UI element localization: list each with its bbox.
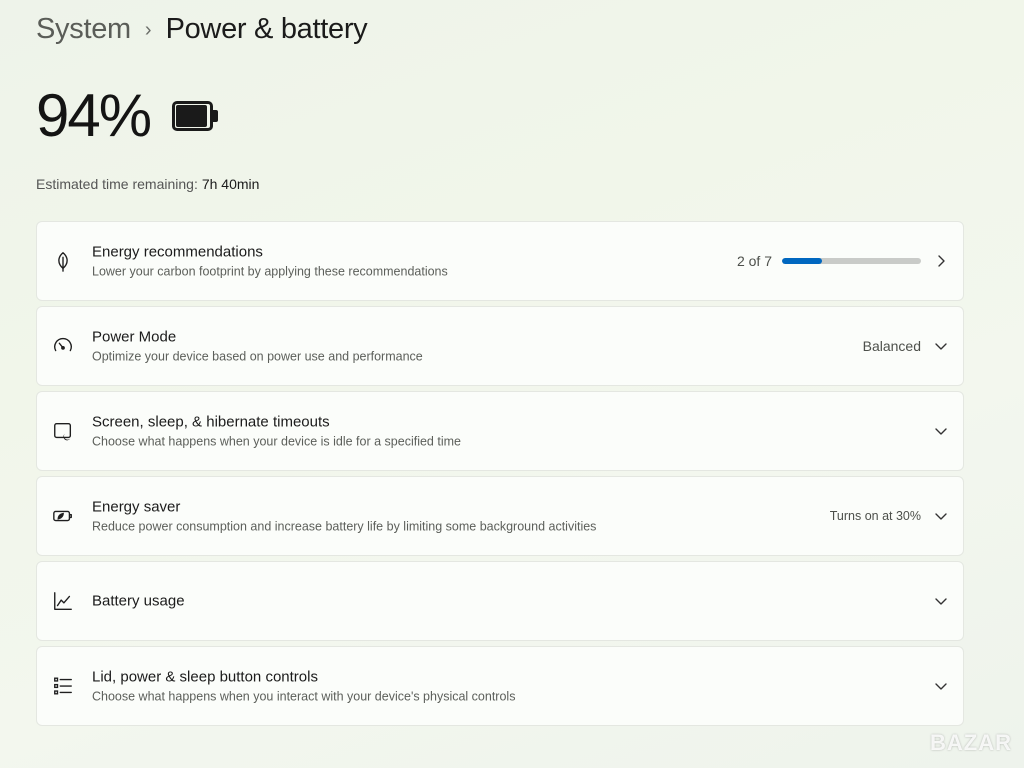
lid-power-sleep-controls-card[interactable]: Lid, power & sleep button controls Choos…	[36, 646, 964, 726]
chevron-down-icon[interactable]	[933, 508, 949, 524]
energy-saver-card[interactable]: Energy saver Reduce power consumption an…	[36, 476, 964, 556]
card-description: Choose what happens when your device is …	[92, 434, 461, 449]
card-description: Reduce power consumption and increase ba…	[92, 519, 597, 534]
power-mode-dropdown[interactable]: Balanced	[863, 338, 921, 354]
screen-sleep-icon	[52, 420, 74, 442]
chevron-down-icon[interactable]	[933, 423, 949, 439]
card-title: Energy saver	[92, 498, 181, 516]
energy-recommendations-card[interactable]: Energy recommendations Lower your carbon…	[36, 221, 964, 301]
recommendations-count: 2 of 7	[736, 253, 772, 269]
power-mode-card[interactable]: Power Mode Optimize your device based on…	[36, 306, 964, 386]
list-settings-icon	[52, 675, 74, 697]
card-title: Battery usage	[92, 592, 185, 610]
card-description: Choose what happens when you interact wi…	[92, 689, 516, 704]
energy-saver-icon	[52, 505, 74, 527]
battery-usage-card[interactable]: Battery usage	[36, 561, 964, 641]
card-title: Energy recommendations	[92, 243, 263, 261]
power-mode-gauge-icon	[52, 335, 74, 357]
breadcrumb-system-link[interactable]: System	[36, 13, 131, 46]
card-description: Optimize your device based on power use …	[92, 349, 423, 364]
line-chart-icon	[52, 590, 74, 612]
bazar-watermark: BAZAR	[930, 730, 1012, 755]
estimate-label: Estimated time remaining:	[36, 176, 198, 192]
battery-percentage: 94%	[36, 82, 152, 149]
chevron-right-icon	[933, 253, 949, 269]
power-mode-value: Balanced	[862, 338, 921, 354]
chevron-down-icon[interactable]	[933, 338, 949, 354]
leaf-icon	[52, 250, 74, 272]
card-description: Lower your carbon footprint by applying …	[92, 264, 448, 279]
breadcrumb-separator: ›	[144, 18, 152, 41]
card-title: Screen, sleep, & hibernate timeouts	[92, 413, 330, 431]
energy-saver-value: Turns on at 30%	[829, 509, 921, 523]
screen-sleep-timeouts-card[interactable]: Screen, sleep, & hibernate timeouts Choo…	[36, 391, 964, 471]
card-title: Lid, power & sleep button controls	[92, 668, 318, 686]
settings-card-list: Energy recommendations Lower your carbon…	[36, 221, 964, 731]
chevron-down-icon[interactable]	[933, 593, 949, 609]
estimate-value: 7h 40min	[201, 176, 260, 192]
battery-status: 94%	[36, 82, 219, 149]
estimated-time-remaining: Estimated time remaining: 7h 40min	[36, 176, 259, 192]
chevron-down-icon[interactable]	[933, 678, 949, 694]
card-title: Power Mode	[92, 328, 177, 346]
battery-icon	[172, 101, 219, 131]
breadcrumb: System › Power & battery	[36, 8, 368, 50]
page-title: Power & battery	[165, 12, 368, 45]
recommendations-progress-bar	[782, 258, 921, 264]
